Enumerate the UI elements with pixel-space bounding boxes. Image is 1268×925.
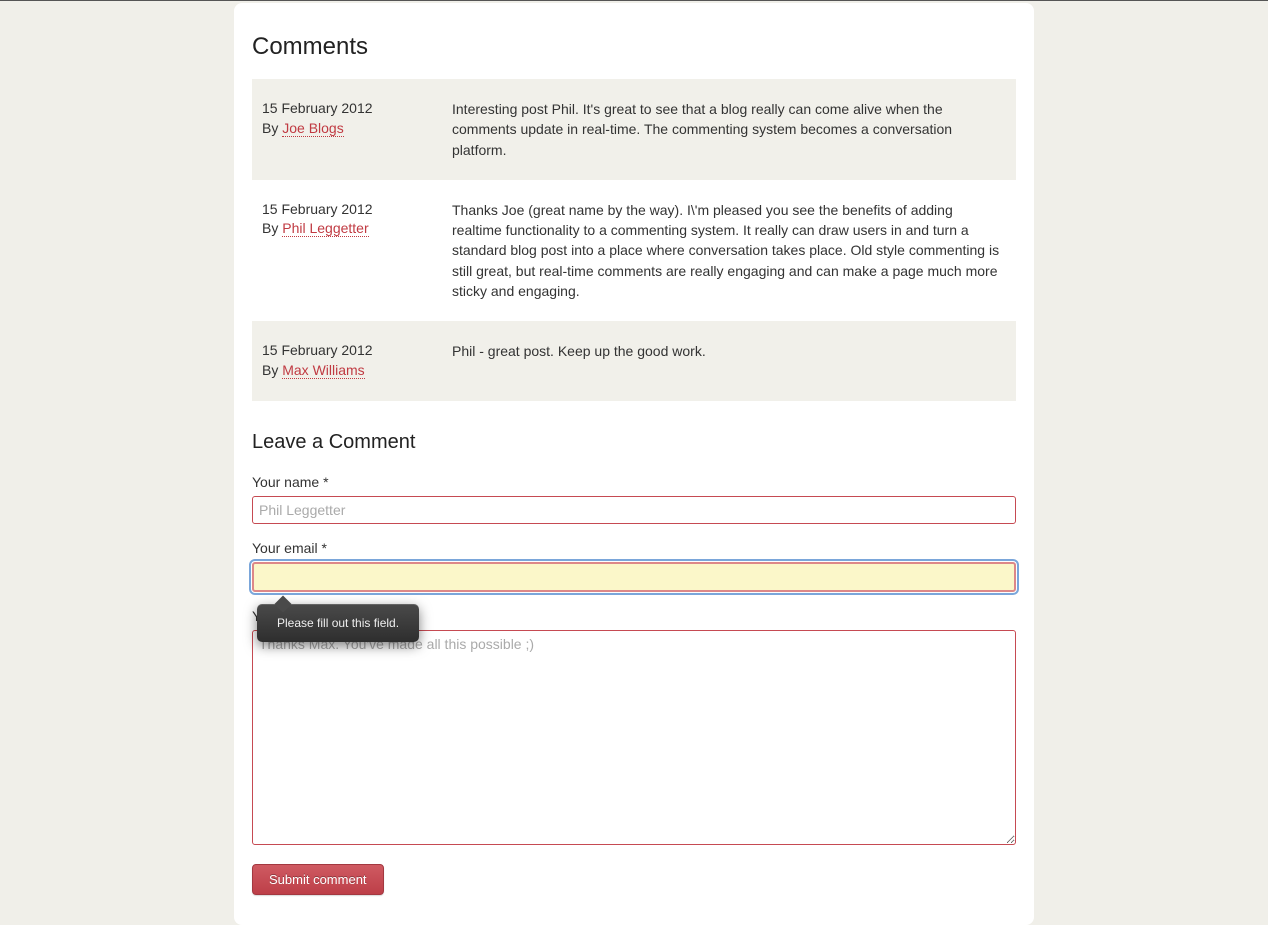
leave-comment-heading: Leave a Comment xyxy=(252,431,1016,454)
comment-group: Your comment * xyxy=(252,608,1016,848)
comments-heading: Comments xyxy=(252,33,1016,61)
name-label: Your name * xyxy=(252,474,1016,490)
name-group: Your name * xyxy=(252,474,1016,524)
name-input[interactable] xyxy=(252,496,1016,524)
comment-row: 15 February 2012 By Phil Leggetter Thank… xyxy=(252,180,1016,321)
comment-date: 15 February 2012 xyxy=(262,341,452,361)
comment-author-link[interactable]: Phil Leggetter xyxy=(282,220,368,237)
comment-author-link[interactable]: Max Williams xyxy=(282,362,364,379)
comment-author-link[interactable]: Joe Blogs xyxy=(282,120,343,137)
comment-body: Interesting post Phil. It's great to see… xyxy=(452,99,1006,160)
comment-meta: 15 February 2012 By Phil Leggetter xyxy=(262,200,452,301)
submit-button[interactable]: Submit comment xyxy=(252,864,384,895)
comment-body: Phil - great post. Keep up the good work… xyxy=(452,341,1006,380)
comment-body: Thanks Joe (great name by the way). I\'m… xyxy=(452,200,1006,301)
email-group: Your email * Please fill out this field. xyxy=(252,540,1016,592)
comment-form: Your name * Your email * Please fill out… xyxy=(252,474,1016,895)
comment-meta: 15 February 2012 By Joe Blogs xyxy=(262,99,452,160)
comment-date: 15 February 2012 xyxy=(262,200,452,220)
comment-row: 15 February 2012 By Joe Blogs Interestin… xyxy=(252,79,1016,180)
by-prefix: By xyxy=(262,120,278,136)
comment-textarea[interactable] xyxy=(252,630,1016,845)
email-input[interactable] xyxy=(252,562,1016,592)
by-prefix: By xyxy=(262,362,278,378)
email-label: Your email * xyxy=(252,540,1016,556)
comment-date: 15 February 2012 xyxy=(262,99,452,119)
by-prefix: By xyxy=(262,220,278,236)
comment-row: 15 February 2012 By Max Williams Phil - … xyxy=(252,321,1016,400)
comment-meta: 15 February 2012 By Max Williams xyxy=(262,341,452,380)
comments-list: 15 February 2012 By Joe Blogs Interestin… xyxy=(252,79,1016,401)
content-card: Comments 15 February 2012 By Joe Blogs I… xyxy=(234,3,1034,925)
validation-tooltip: Please fill out this field. xyxy=(257,604,419,642)
